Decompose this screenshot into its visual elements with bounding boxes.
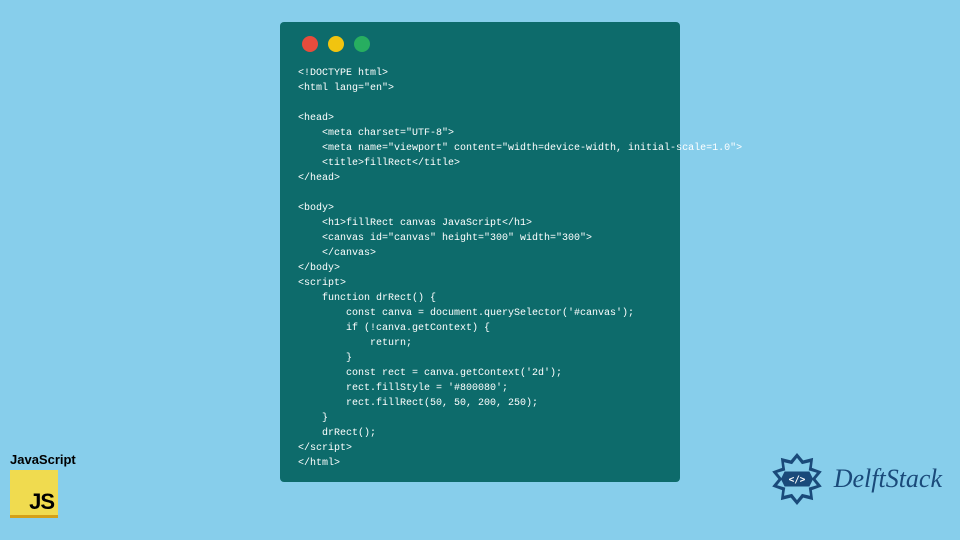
svg-text:</>: </> (788, 475, 805, 486)
javascript-logo-text: JS (29, 489, 54, 515)
javascript-badge: JavaScript JS (10, 452, 80, 518)
delftstack-logo-icon: </> (766, 448, 828, 510)
javascript-logo-icon: JS (10, 470, 58, 518)
javascript-label: JavaScript (10, 452, 80, 467)
code-content: <!DOCTYPE html> <html lang="en"> <head> … (298, 66, 662, 471)
traffic-lights (298, 36, 662, 52)
traffic-light-yellow (328, 36, 344, 52)
delftstack-brand: </> DelftStack (766, 448, 942, 510)
traffic-light-green (354, 36, 370, 52)
delftstack-name: DelftStack (834, 464, 942, 494)
traffic-light-red (302, 36, 318, 52)
code-window: <!DOCTYPE html> <html lang="en"> <head> … (280, 22, 680, 482)
